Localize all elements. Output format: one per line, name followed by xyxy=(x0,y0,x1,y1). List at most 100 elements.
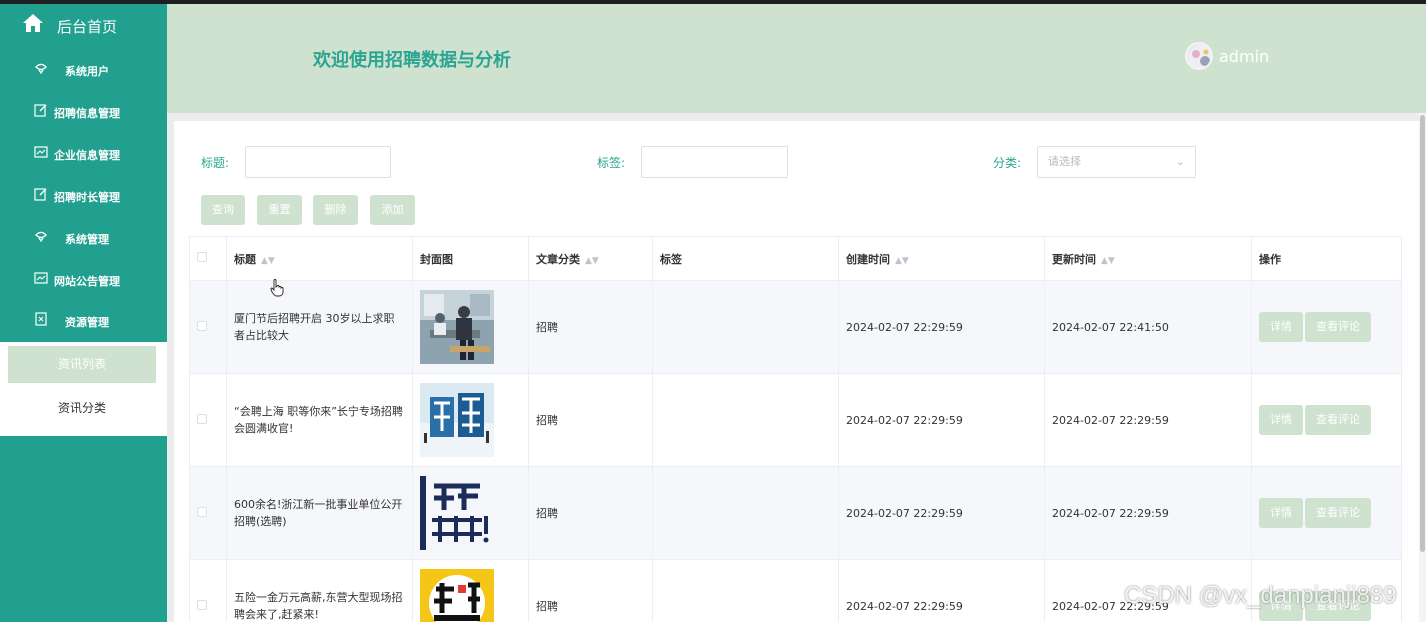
row-category: 招聘 xyxy=(528,280,653,374)
row-category: 招聘 xyxy=(528,559,653,622)
filter-title-label: 标题: xyxy=(201,156,230,170)
table-row[interactable]: 600余名!浙江新一批事业单位公开招聘(选聘) 招聘 2024-02-07 22… xyxy=(189,466,1402,560)
row-checkbox[interactable] xyxy=(197,599,207,610)
delete-button[interactable]: 删除 xyxy=(313,195,358,225)
row-title: 五险一金万元高薪,东营大型现场招聘会来了,赶紧来! xyxy=(226,559,413,622)
row-tag xyxy=(652,559,839,622)
sort-icon[interactable]: ▲▼ xyxy=(585,256,599,266)
detail-button[interactable]: 详情 xyxy=(1259,498,1303,528)
sidebar-item-system-users[interactable]: 系统用户 xyxy=(0,48,167,90)
sidebar-item-label: 资源管理 xyxy=(65,316,109,329)
sort-icon[interactable]: ▲▼ xyxy=(261,256,275,266)
sidebar: 后台首页 系统用户 招聘信息管理 企业信息管理 招聘时长管理 系统管理 网站公告… xyxy=(0,4,167,622)
select-all-checkbox[interactable] xyxy=(197,252,207,262)
detail-button[interactable]: 详情 xyxy=(1259,312,1303,342)
column-header-label: 文章分类 xyxy=(536,252,580,266)
content-card: 标题: 标签: 分类: 请选择 ⌄ 查询 重置 删除 添加 标题 ▲▼ 封面图 文… xyxy=(174,121,1419,622)
column-header-label: 操作 xyxy=(1259,252,1281,266)
detail-button[interactable]: 详情 xyxy=(1259,405,1303,435)
table-header-row: 标题 ▲▼ 封面图 文章分类 ▲▼ 标签 创建时间 ▲▼ 更新时间 ▲▼ 操作 xyxy=(189,236,1402,281)
column-header-category[interactable]: 文章分类 ▲▼ xyxy=(528,236,653,281)
row-created: 2024-02-07 22:29:59 xyxy=(838,280,1045,374)
cover-image-recruitment-3d xyxy=(420,383,494,457)
table-row[interactable]: 厦门节后招聘开启 30岁以上求职者占比较大 招聘 2024-02-07 22:2… xyxy=(189,280,1402,374)
sidebar-item-job-duration[interactable]: 招聘时长管理 xyxy=(0,174,167,216)
row-checkbox[interactable] xyxy=(197,320,207,331)
add-button[interactable]: 添加 xyxy=(370,195,415,225)
row-title: 600余名!浙江新一批事业单位公开招聘(选聘) xyxy=(226,466,413,560)
row-cover xyxy=(412,559,529,622)
card-icon xyxy=(34,146,48,158)
sort-icon[interactable]: ▲▼ xyxy=(1101,256,1115,266)
filter-tag-input[interactable] xyxy=(641,146,788,178)
sort-icon[interactable]: ▲▼ xyxy=(895,256,909,266)
sidebar-item-label: 网站公告管理 xyxy=(54,275,120,288)
query-button[interactable]: 查询 xyxy=(201,195,245,225)
sidebar-submenu: 资讯列表 资讯分类 xyxy=(0,342,167,436)
view-comments-button[interactable]: 查看评论 xyxy=(1305,405,1371,435)
chat-bubble-icon xyxy=(35,231,47,243)
hand-pointer-icon xyxy=(270,279,284,297)
column-header-title[interactable]: 标题 ▲▼ xyxy=(226,236,413,281)
cover-image-office xyxy=(420,290,494,364)
row-created: 2024-02-07 22:29:59 xyxy=(838,373,1045,467)
row-checkbox[interactable] xyxy=(197,506,207,517)
sidebar-item-announcements[interactable]: 网站公告管理 xyxy=(0,258,167,300)
row-select-cell[interactable] xyxy=(189,559,227,622)
sidebar-item-label: 系统管理 xyxy=(65,233,109,246)
view-comments-button[interactable]: 查看评论 xyxy=(1305,312,1371,342)
row-updated: 2024-02-07 22:29:59 xyxy=(1044,373,1252,467)
filter-title-input[interactable] xyxy=(245,146,391,178)
scrollbar-thumb[interactable] xyxy=(1420,115,1425,552)
row-category: 招聘 xyxy=(528,373,653,467)
column-header-label: 创建时间 xyxy=(846,252,890,266)
row-actions: 详情 查看评论 xyxy=(1251,466,1402,560)
filter-category-placeholder: 请选择 xyxy=(1048,155,1081,168)
vertical-scrollbar[interactable] xyxy=(1419,113,1426,622)
news-table: 标题 ▲▼ 封面图 文章分类 ▲▼ 标签 创建时间 ▲▼ 更新时间 ▲▼ 操作 厦门节后… xyxy=(189,236,1402,622)
sidebar-item-resources[interactable]: 资源管理 xyxy=(0,299,167,341)
row-actions: 详情 查看评论 xyxy=(1251,373,1402,467)
column-header-created[interactable]: 创建时间 ▲▼ xyxy=(838,236,1045,281)
sidebar-home[interactable]: 后台首页 xyxy=(0,4,167,46)
column-header-label: 更新时间 xyxy=(1052,252,1096,266)
cover-image-yellow-poster xyxy=(420,569,494,622)
chat-bubble-icon xyxy=(35,63,47,75)
filter-category-select[interactable]: 请选择 ⌄ xyxy=(1037,146,1196,178)
reset-button[interactable]: 重置 xyxy=(257,195,302,225)
row-updated: 2024-02-07 22:41:50 xyxy=(1044,280,1252,374)
row-select-cell[interactable] xyxy=(189,373,227,467)
row-cover xyxy=(412,466,529,560)
table-row[interactable]: “会聘上海 职等你来”长宁专场招聘会圆满收官! 招聘 2024-02-07 22… xyxy=(189,373,1402,467)
sidebar-item-system-admin[interactable]: 系统管理 xyxy=(0,216,167,258)
row-select-cell[interactable] xyxy=(189,466,227,560)
row-select-cell[interactable] xyxy=(189,280,227,374)
chevron-down-icon: ⌄ xyxy=(1175,155,1185,168)
document-icon xyxy=(35,312,47,326)
row-created: 2024-02-07 22:29:59 xyxy=(838,466,1045,560)
sidebar-item-label: 企业信息管理 xyxy=(54,149,120,162)
view-comments-button[interactable]: 查看评论 xyxy=(1305,498,1371,528)
sidebar-item-job-info[interactable]: 招聘信息管理 xyxy=(0,90,167,132)
sidebar-item-company-info[interactable]: 企业信息管理 xyxy=(0,132,167,174)
row-cover xyxy=(412,373,529,467)
column-header-updated[interactable]: 更新时间 ▲▼ xyxy=(1044,236,1252,281)
column-header-actions: 操作 xyxy=(1251,236,1402,281)
submenu-item-news-list[interactable]: 资讯列表 xyxy=(8,346,156,383)
avatar[interactable] xyxy=(1185,42,1213,70)
select-all-cell[interactable] xyxy=(189,236,227,281)
row-category: 招聘 xyxy=(528,466,653,560)
submenu-item-news-category[interactable]: 资讯分类 xyxy=(8,390,156,427)
avatar-image-icon xyxy=(1188,45,1211,68)
watermark: CSDN @vx_danpianji889 xyxy=(1124,582,1397,609)
column-header-label: 封面图 xyxy=(420,252,453,266)
username[interactable]: admin xyxy=(1219,47,1269,66)
column-header-tag: 标签 xyxy=(652,236,839,281)
column-header-cover: 封面图 xyxy=(412,236,529,281)
top-header: 欢迎使用招聘数据与分析 admin xyxy=(167,4,1426,113)
row-checkbox[interactable] xyxy=(197,413,207,424)
sidebar-item-label: 系统用户 xyxy=(65,65,109,78)
row-cover xyxy=(412,280,529,374)
sidebar-item-label: 招聘时长管理 xyxy=(54,191,120,204)
row-tag xyxy=(652,280,839,374)
